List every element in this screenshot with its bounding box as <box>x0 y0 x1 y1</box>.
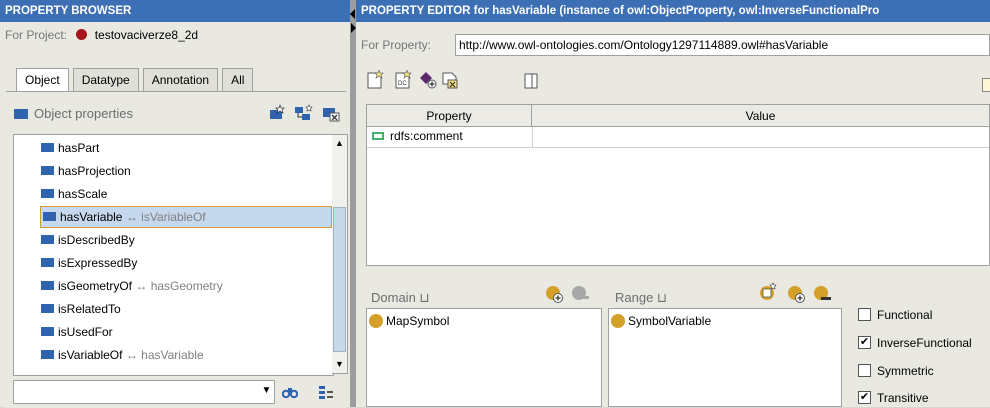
add-range-class-icon[interactable] <box>786 284 806 304</box>
tab-object[interactable]: Object <box>16 68 69 92</box>
object-property-icon <box>41 258 54 268</box>
project-row: For Project: testovaciverze8_2d <box>0 22 350 48</box>
add-domain-class-icon[interactable] <box>544 284 564 304</box>
object-property-icon <box>41 350 54 360</box>
scroll-up-icon[interactable]: ▲ <box>332 135 347 152</box>
delete-property-icon[interactable] <box>322 106 340 122</box>
property-label: For Property: <box>361 38 432 52</box>
comment-annotation-icon <box>372 132 384 140</box>
tab-annotation[interactable]: Annotation <box>142 68 219 92</box>
checkmark-icon[interactable]: ✔ <box>858 336 871 350</box>
object-property-icon <box>41 327 54 337</box>
section-title: Object properties <box>34 106 133 121</box>
annotation-toolbar: DC <box>364 70 564 92</box>
project-name: testovaciverze8_2d <box>94 28 199 42</box>
domain-list: MapSymbol <box>366 308 602 407</box>
property-editor-title: PROPERTY EDITOR for hasVariable (instanc… <box>356 0 990 22</box>
remove-range-class-icon[interactable] <box>812 284 832 304</box>
object-property-list: hasPart hasProjection hasScale hasVariab… <box>13 134 334 376</box>
list-item[interactable]: isExpressedBy <box>41 253 137 273</box>
transitive-checkbox[interactable]: ✔ Transitive <box>858 389 929 407</box>
inverse-functional-checkbox[interactable]: ✔ InverseFunctional <box>858 334 972 352</box>
object-property-icon <box>43 212 56 222</box>
scroll-down-icon[interactable]: ▼ <box>332 356 347 373</box>
find-binoculars-icon[interactable] <box>282 384 298 400</box>
delete-annotation-icon[interactable] <box>441 70 459 90</box>
class-icon <box>611 313 625 328</box>
view-options-icon[interactable] <box>318 384 334 400</box>
create-subproperty-icon[interactable] <box>294 104 314 122</box>
project-label: For Project: <box>5 28 68 42</box>
create-datatype-annotation-icon[interactable]: DC <box>394 70 412 90</box>
checkbox-box[interactable] <box>858 308 871 322</box>
column-header-value[interactable]: Value <box>532 105 989 127</box>
class-icon <box>369 313 383 328</box>
remove-domain-class-icon[interactable] <box>570 284 590 304</box>
list-item[interactable]: MapSymbol <box>369 312 449 330</box>
symmetric-checkbox[interactable]: Symmetric <box>858 362 934 380</box>
tab-all[interactable]: All <box>222 68 254 92</box>
list-item[interactable]: isRelatedTo <box>41 299 121 319</box>
range-label: Range ⊔ <box>615 290 668 305</box>
list-item[interactable]: isGeometryOf ↔ hasGeometry <box>41 276 223 296</box>
object-properties-pane: Object properties hasPart hasProjection … <box>6 91 348 408</box>
table-view-icon[interactable] <box>524 73 538 89</box>
annotations-table: Property Value rdfs:comment <box>366 104 990 266</box>
list-item-selected[interactable]: hasVariable ↔ isVariableOf <box>40 206 332 228</box>
checkmark-icon[interactable]: ✔ <box>858 391 871 405</box>
object-property-icon <box>41 304 54 314</box>
project-icon <box>76 29 88 41</box>
create-annotation-icon[interactable] <box>366 70 384 90</box>
range-list: SymbolVariable <box>608 308 842 407</box>
extra-toolbar-icon[interactable] <box>982 78 990 92</box>
object-property-icon <box>41 281 54 291</box>
object-property-icon <box>41 235 54 245</box>
list-item[interactable]: hasProjection <box>41 161 131 181</box>
object-property-icon <box>41 189 54 199</box>
create-property-icon[interactable] <box>268 104 286 122</box>
property-uri-field[interactable]: http://www.owl-ontologies.com/Ontology12… <box>455 34 990 56</box>
table-row[interactable]: rdfs:comment <box>367 127 989 148</box>
list-item[interactable]: SymbolVariable <box>611 312 711 330</box>
object-property-icon <box>41 166 54 176</box>
table-cell-property: rdfs:comment <box>390 129 463 143</box>
add-annotation-value-icon[interactable] <box>418 70 438 90</box>
property-browser-title: PROPERTY BROWSER <box>0 0 350 22</box>
chevron-down-icon[interactable]: ▼ <box>258 380 275 404</box>
list-item[interactable]: hasPart <box>41 138 99 158</box>
list-item[interactable]: isVariableOf ↔ hasVariable <box>41 345 204 365</box>
domain-range-section: Domain ⊔ MapSymbol Range ⊔ SymbolVariabl… <box>356 270 990 407</box>
functional-checkbox[interactable]: Functional <box>858 306 932 324</box>
cell-divider <box>532 127 533 147</box>
collapse-left-icon[interactable] <box>350 9 355 19</box>
create-range-class-icon[interactable] <box>758 282 778 302</box>
object-property-icon <box>41 143 54 153</box>
property-editor-panel: PROPERTY EDITOR for hasVariable (instanc… <box>356 0 990 407</box>
scroll-thumb[interactable] <box>333 207 346 352</box>
search-input[interactable] <box>13 380 275 404</box>
property-type-tabs: Object Datatype Annotation All <box>16 68 257 92</box>
tab-datatype[interactable]: Datatype <box>72 68 139 92</box>
checkbox-box[interactable] <box>858 364 871 378</box>
list-item[interactable]: hasScale <box>41 184 107 204</box>
svg-text:DC: DC <box>398 81 407 87</box>
section-header: Object properties <box>12 104 342 124</box>
domain-label: Domain ⊔ <box>371 290 430 305</box>
column-header-property[interactable]: Property <box>367 105 532 127</box>
list-item[interactable]: isDescribedBy <box>41 230 135 250</box>
list-scrollbar[interactable]: ▲ ▼ <box>332 134 348 374</box>
list-item[interactable]: isUsedFor <box>41 322 113 342</box>
property-browser-panel: PROPERTY BROWSER For Project: testovaciv… <box>0 0 350 408</box>
object-property-icon <box>14 109 28 119</box>
